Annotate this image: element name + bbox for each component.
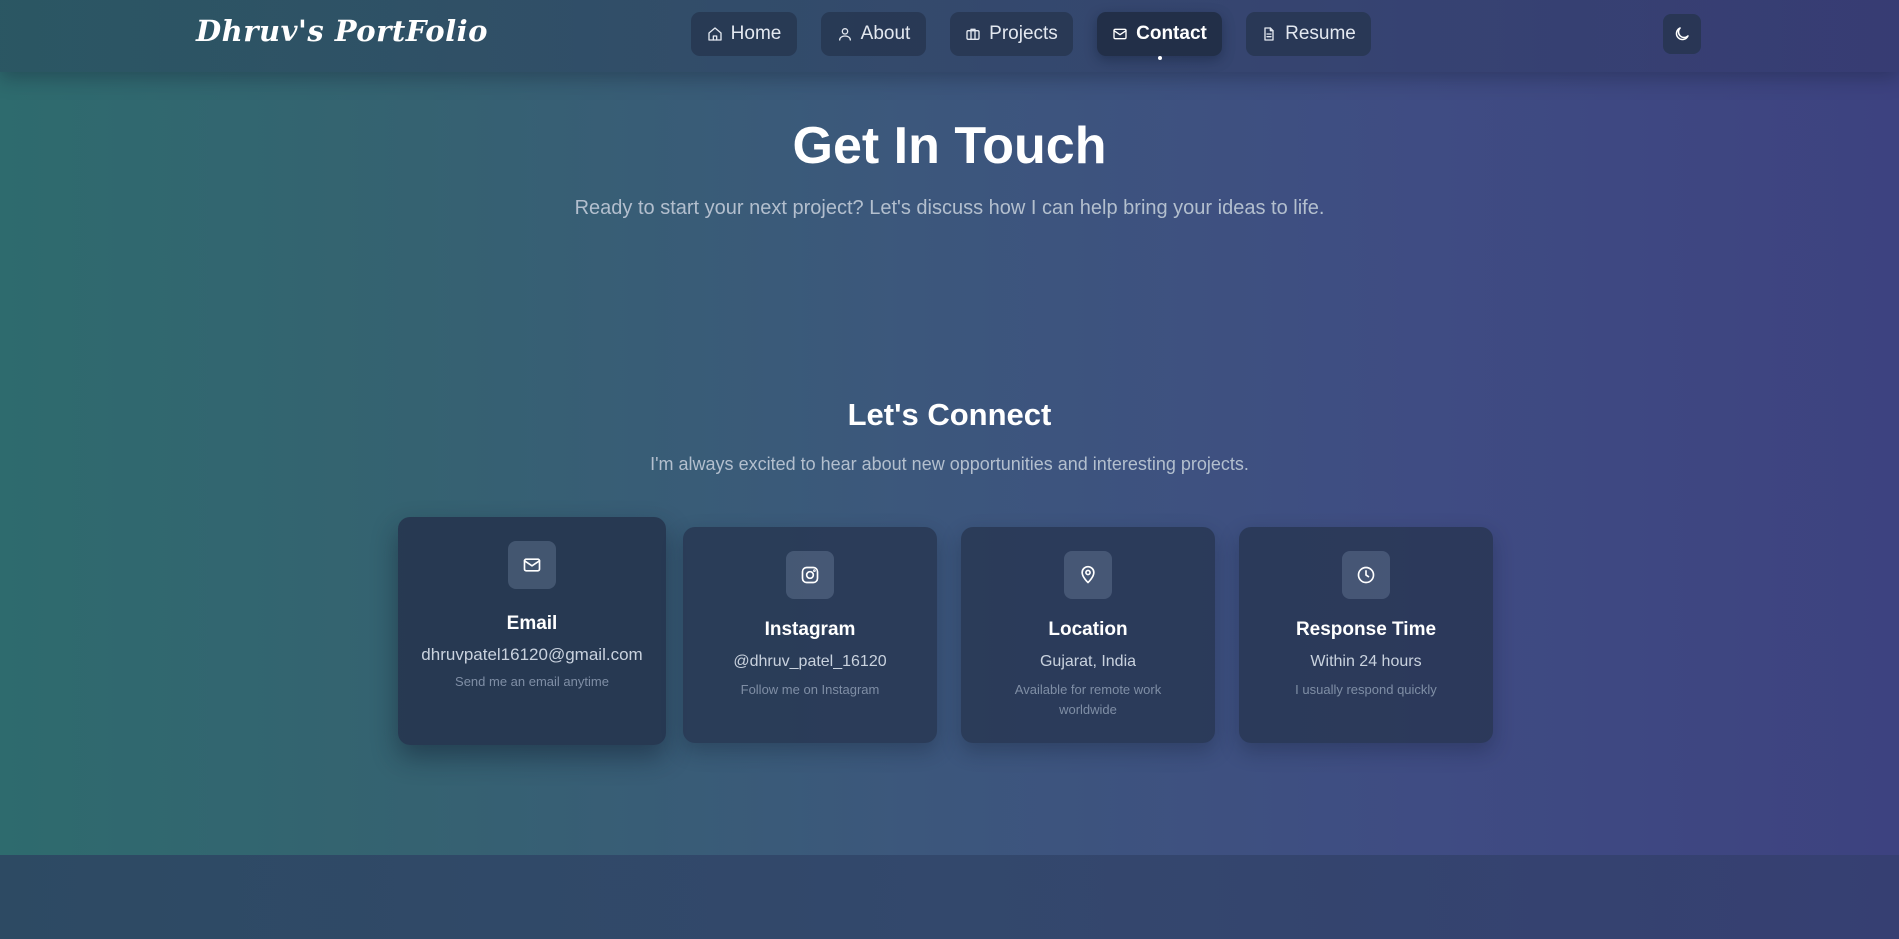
brand-logo[interactable]: Dhruv's PortFolio [196, 14, 488, 48]
card-title: Instagram [764, 619, 856, 640]
nav-projects[interactable]: Projects [950, 12, 1073, 56]
connect-subtitle: I'm always excited to hear about new opp… [650, 454, 1249, 474]
card-note: Follow me on Instagram [740, 682, 880, 697]
contact-card-email[interactable]: Email dhruvpatel16120@gmail.com Send me … [398, 517, 666, 745]
instagram-handle-link[interactable]: @dhruv_patel_16120 [683, 653, 937, 671]
nav-projects-label: Projects [989, 23, 1058, 44]
card-icon-box [508, 541, 556, 589]
file-text-icon [1264, 27, 1274, 41]
card-title: Email [506, 613, 558, 634]
mail-icon [523, 558, 541, 572]
nav-contact[interactable]: Contact [1097, 12, 1222, 56]
card-icon-box [1342, 551, 1390, 599]
page-subtitle: Ready to start your next project? Let's … [574, 197, 1325, 219]
theme-toggle-button[interactable] [1663, 14, 1701, 54]
email-address-link[interactable]: dhruvpatel16120@gmail.com [398, 645, 666, 665]
active-nav-indicator [1158, 56, 1162, 60]
nav-home-label: Home [730, 23, 782, 44]
contact-card-location: Location Gujarat, India Available for re… [961, 527, 1215, 743]
moon-icon [1675, 27, 1689, 41]
contact-card-response-time: Response Time Within 24 hours I usually … [1239, 527, 1493, 743]
user-icon [838, 28, 851, 41]
page-title: Get In Touch [792, 117, 1107, 175]
map-pin-icon [1081, 565, 1095, 584]
home-icon [707, 27, 722, 41]
card-note: Send me an email anytime [455, 674, 609, 689]
nav-resume[interactable]: Resume [1246, 12, 1371, 56]
contact-card-instagram[interactable]: Instagram @dhruv_patel_16120 Follow me o… [683, 527, 937, 743]
briefcase-icon [966, 28, 980, 40]
navbar: Dhruv's PortFolio Home About Projects Co… [0, 0, 1899, 72]
response-time-value: Within 24 hours [1310, 653, 1422, 670]
instagram-icon [801, 566, 819, 584]
footer [0, 855, 1899, 939]
mail-icon [1113, 28, 1127, 40]
nav-about-label: About [860, 23, 911, 44]
card-note: I usually respond quickly [1295, 682, 1437, 697]
clock-icon [1357, 566, 1375, 584]
card-icon-box [1064, 551, 1112, 599]
card-title: Response Time [1295, 619, 1437, 640]
card-title: Location [1048, 619, 1128, 640]
card-note: Available for remote work worldwide [1014, 682, 1162, 717]
nav-contact-label: Contact [1136, 23, 1207, 44]
nav-resume-label: Resume [1285, 23, 1356, 44]
card-icon-box [786, 551, 834, 599]
location-value: Gujarat, India [1039, 653, 1137, 670]
nav-home[interactable]: Home [691, 12, 797, 56]
nav-about[interactable]: About [821, 12, 926, 56]
connect-heading: Let's Connect [847, 397, 1052, 432]
